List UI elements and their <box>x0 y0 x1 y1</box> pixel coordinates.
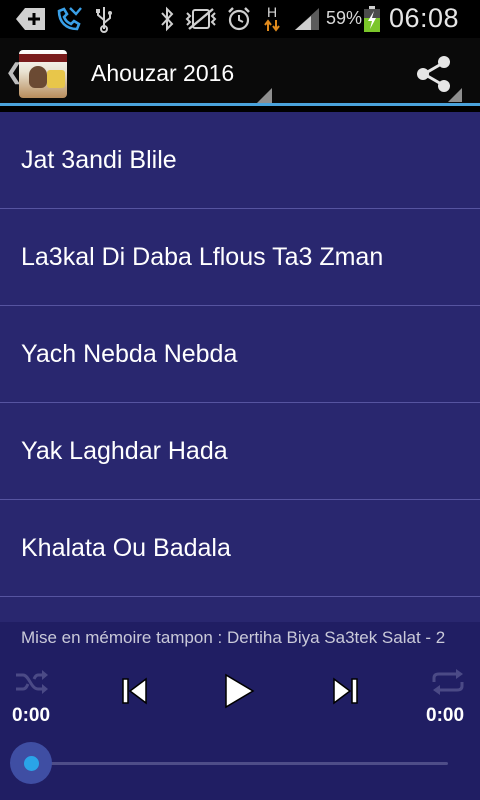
list-item[interactable]: La3kal Di Daba Lflous Ta3 Zman <box>0 209 480 306</box>
song-list: Jat 3andi Blile La3kal Di Daba Lflous Ta… <box>0 112 480 622</box>
usb-icon <box>92 5 116 33</box>
list-item[interactable]: Khalata Ou Badala <box>0 500 480 597</box>
clock: 06:08 <box>389 3 460 33</box>
song-title: Jat 3andi Blile <box>21 146 177 174</box>
bluetooth-icon <box>158 5 176 33</box>
app-title[interactable]: Ahouzar 2016 <box>91 60 234 87</box>
list-item[interactable]: Yak Laghdar Hada <box>0 403 480 500</box>
song-title: Yak Laghdar Hada <box>21 437 228 465</box>
vibrate-icon <box>184 5 218 33</box>
battery-percent: 59% <box>326 8 363 28</box>
seek-bar[interactable] <box>32 762 448 765</box>
repeat-icon[interactable] <box>430 666 466 698</box>
network-type-label: H <box>266 4 278 20</box>
spinner-corner-icon <box>256 88 272 104</box>
elapsed-time: 0:00 <box>12 705 51 726</box>
next-icon[interactable] <box>330 676 360 706</box>
shuffle-icon[interactable] <box>14 666 50 698</box>
buffering-status: Mise en mémoire tampon : Dertiha Biya Sa… <box>21 628 446 647</box>
list-item[interactable]: Yach Nebda Nebda <box>0 306 480 403</box>
song-title: La3kal Di Daba Lflous Ta3 Zman <box>21 243 384 271</box>
battery-charging-icon <box>362 5 382 33</box>
data-transfer-icon: H <box>262 5 282 33</box>
app-logo[interactable] <box>19 50 67 98</box>
seek-thumb-core <box>24 756 39 771</box>
status-bar: H 59% 06:08 <box>0 0 480 38</box>
action-bar: ❮ Ahouzar 2016 <box>0 38 480 106</box>
alarm-icon <box>225 5 253 33</box>
previous-icon[interactable] <box>120 676 150 706</box>
player-panel: Mise en mémoire tampon : Dertiha Biya Sa… <box>0 622 480 800</box>
list-item[interactable]: Jat 3andi Blile <box>0 112 480 209</box>
overflow-corner-icon <box>448 88 462 102</box>
action-bar-divider <box>0 103 480 106</box>
song-title: Khalata Ou Badala <box>21 534 231 562</box>
signal-icon <box>292 5 322 33</box>
total-duration: 0:00 <box>426 705 465 726</box>
play-icon[interactable] <box>222 672 256 710</box>
song-title: Yach Nebda Nebda <box>21 340 238 368</box>
missed-call-icon <box>54 5 84 33</box>
add-icon <box>14 5 48 33</box>
